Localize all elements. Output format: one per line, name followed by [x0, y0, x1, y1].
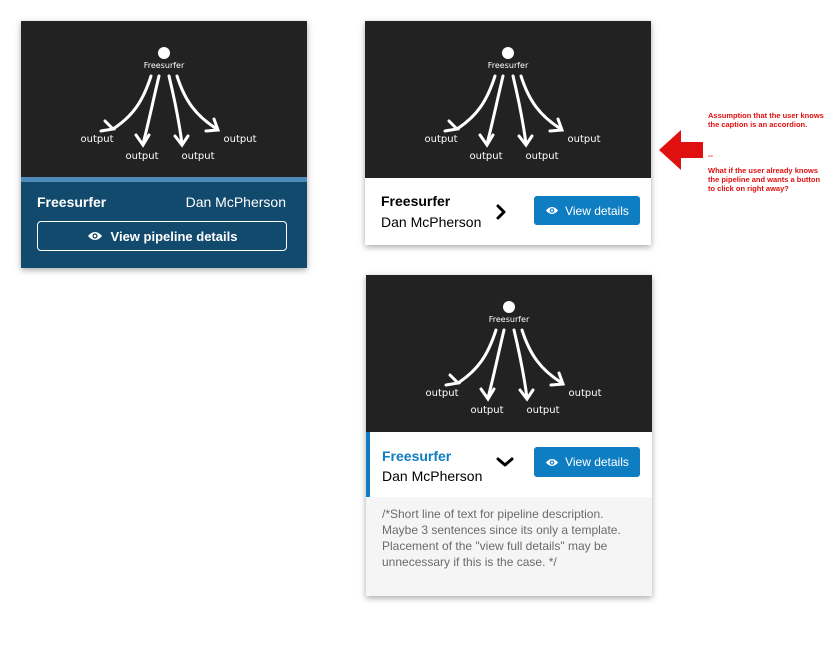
output-arrow [520, 328, 564, 385]
pipeline-name: Freesurfer [382, 448, 452, 464]
output-arrow [485, 74, 505, 146]
output-label: output [425, 134, 458, 145]
active-accent-bar [366, 432, 370, 497]
pipeline-node-label: Freesurfer [489, 315, 530, 324]
pipeline-author: Dan McPherson [381, 214, 482, 230]
annotation-text: Assumption that the user knows the capti… [708, 111, 824, 129]
output-label: output [81, 134, 114, 145]
output-label: output [568, 134, 601, 145]
output-arrow [175, 74, 219, 131]
left-arrow-icon [659, 130, 703, 170]
diagram-panel: Freesurfer output output output output [366, 275, 652, 432]
output-arrows [443, 74, 565, 148]
pipeline-name: Freesurfer [381, 193, 451, 209]
pipeline-diagram: Freesurfer output output output output [81, 47, 257, 162]
pipeline-node [158, 47, 170, 59]
output-arrow [519, 74, 563, 131]
eye-icon [87, 232, 102, 240]
view-details-button[interactable]: View details [534, 196, 640, 225]
view-details-label: View details [565, 455, 629, 469]
pipeline-diagram: Freesurfer output output output output [425, 47, 601, 162]
pipeline-node-label: Freesurfer [488, 61, 529, 70]
pipeline-card-collapsed: Freesurfer output output output output F… [365, 21, 651, 245]
output-label: output [470, 151, 503, 162]
output-arrows [99, 74, 221, 148]
annotation-text: What if the user already knows the pipel… [708, 166, 821, 193]
output-arrowhead [99, 119, 117, 133]
annotation-separator: -- [708, 151, 713, 160]
chevron-right-icon[interactable] [495, 204, 507, 220]
card-divider-stripe [21, 177, 307, 182]
pipeline-node [502, 47, 514, 59]
description-panel: /*Short line of text for pipeline descri… [366, 497, 652, 596]
output-arrow [455, 74, 497, 131]
view-pipeline-details-button[interactable]: View pipeline details [37, 221, 287, 251]
output-label: output [471, 405, 504, 416]
output-arrow [111, 74, 153, 131]
output-arrows [444, 328, 566, 402]
pipeline-node [503, 301, 515, 313]
pipeline-name: Freesurfer [37, 194, 107, 210]
diagram-panel: Freesurfer output output output output [365, 21, 651, 178]
output-label: output [126, 151, 159, 162]
view-details-button[interactable]: View details [534, 447, 640, 477]
pipeline-card-default: Freesurfer output output output output F… [21, 21, 307, 268]
output-arrowhead [443, 119, 461, 133]
output-label: output [224, 134, 257, 145]
eye-icon [545, 207, 559, 214]
pipeline-card-expanded: Freesurfer output output output output F… [366, 275, 652, 596]
view-pipeline-details-label: View pipeline details [110, 228, 238, 244]
eye-icon [545, 458, 559, 466]
output-arrow [456, 328, 498, 385]
chevron-down-icon[interactable] [496, 456, 514, 468]
pipeline-description: /*Short line of text for pipeline descri… [382, 507, 621, 569]
output-label: output [526, 151, 559, 162]
pipeline-author: Dan McPherson [382, 468, 483, 484]
output-label: output [569, 388, 602, 399]
output-label: output [426, 388, 459, 399]
output-arrowhead [444, 373, 462, 387]
output-label: output [527, 405, 560, 416]
output-arrow [141, 74, 161, 146]
pipeline-node-label: Freesurfer [144, 61, 185, 70]
diagram-panel: Freesurfer output output output output [21, 21, 307, 177]
output-label: output [182, 151, 215, 162]
pipeline-author: Dan McPherson [185, 194, 286, 210]
pipeline-diagram: Freesurfer output output output output [426, 301, 602, 416]
view-details-label: View details [565, 203, 629, 218]
output-arrow [486, 328, 506, 400]
